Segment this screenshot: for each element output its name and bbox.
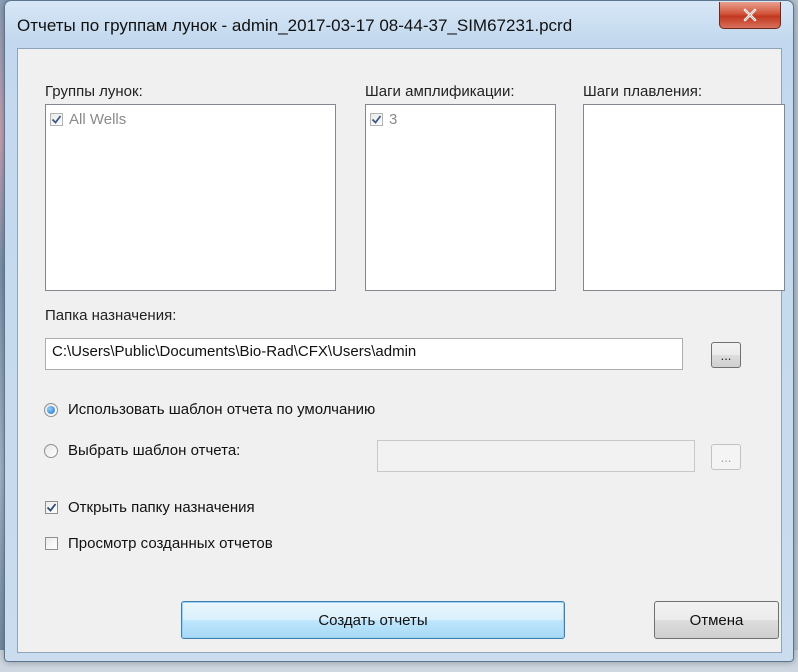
choose-template-label: Выбрать шаблон отчета: xyxy=(68,442,241,459)
amplification-steps-list[interactable]: 3 xyxy=(365,104,556,291)
use-default-template-radio[interactable] xyxy=(44,402,58,417)
step-3-checkbox[interactable] xyxy=(370,113,383,126)
title-bar[interactable]: Отчеты по группам лунок - admin_2017-03-… xyxy=(5,1,793,47)
view-reports-checkbox[interactable] xyxy=(45,537,58,550)
dialog-body: Группы лунок: All Wells Шаги амплификаци… xyxy=(17,48,785,653)
view-reports-row[interactable]: Просмотр созданных отчетов xyxy=(45,535,273,552)
well-groups-list[interactable]: All Wells xyxy=(45,104,336,291)
open-folder-checkbox[interactable] xyxy=(45,501,58,514)
template-path-input[interactable] xyxy=(377,440,695,472)
browse-destination-button[interactable]: ... xyxy=(711,342,741,368)
report-dialog-window: Отчеты по группам лунок - admin_2017-03-… xyxy=(4,0,794,662)
all-wells-checkbox[interactable] xyxy=(50,113,63,126)
melt-steps-list[interactable] xyxy=(583,104,785,291)
use-default-template-label: Использовать шаблон отчета по умолчанию xyxy=(68,401,376,418)
choose-template-row[interactable]: Выбрать шаблон отчета: xyxy=(44,442,240,459)
open-folder-row[interactable]: Открыть папку назначения xyxy=(45,499,255,516)
list-item-step-3[interactable]: 3 xyxy=(370,111,397,128)
list-item-all-wells[interactable]: All Wells xyxy=(50,111,126,128)
browse-template-button[interactable]: ... xyxy=(711,444,741,470)
use-default-template-row[interactable]: Использовать шаблон отчета по умолчанию xyxy=(44,401,375,418)
well-groups-label: Группы лунок: xyxy=(45,83,143,100)
all-wells-label: All Wells xyxy=(69,111,127,128)
destination-folder-label: Папка назначения: xyxy=(45,307,177,324)
melt-steps-label: Шаги плавления: xyxy=(583,83,702,100)
close-x-icon xyxy=(743,8,757,22)
open-folder-label: Открыть папку назначения xyxy=(68,499,255,516)
window-title: Отчеты по группам лунок - admin_2017-03-… xyxy=(17,16,573,35)
checkmark-icon xyxy=(371,115,382,124)
step-3-label: 3 xyxy=(389,111,398,128)
destination-folder-input[interactable]: C:\Users\Public\Documents\Bio-Rad\CFX\Us… xyxy=(45,338,683,370)
cancel-button[interactable]: Отмена xyxy=(654,601,779,639)
view-reports-label: Просмотр созданных отчетов xyxy=(68,535,273,552)
amplification-steps-label: Шаги амплификации: xyxy=(365,83,515,100)
close-button[interactable] xyxy=(719,2,781,29)
checkmark-icon xyxy=(46,503,57,512)
checkmark-icon xyxy=(51,115,62,124)
radio-selected-dot-icon xyxy=(47,405,55,414)
choose-template-radio[interactable] xyxy=(44,443,58,458)
create-reports-button[interactable]: Создать отчеты xyxy=(181,601,565,639)
